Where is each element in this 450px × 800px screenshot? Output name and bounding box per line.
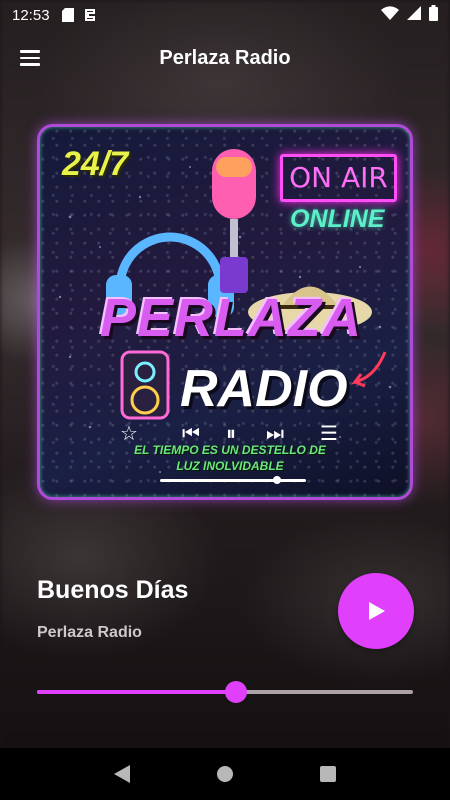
back-icon[interactable]	[110, 762, 134, 786]
status-time: 12:53	[12, 6, 50, 24]
track-artist: Perlaza Radio	[37, 624, 142, 641]
battery-icon	[429, 5, 438, 25]
brand-perlaza: PERLAZA	[100, 288, 362, 348]
top-app-bar: Perlaza Radio	[0, 30, 450, 86]
album-artwork: 24/7 ON AIR ONLINE PERLAZA RADIO ☆ ⏮ ⏸ ⏭…	[37, 124, 413, 500]
app-title: Perlaza Radio	[159, 46, 291, 69]
tagline: EL TIEMPO ES UN DESTELLO DE LUZ INOLVIDA…	[134, 443, 326, 473]
headphones-illustration	[115, 232, 225, 288]
on-air-sign: ON AIR	[280, 154, 397, 202]
seek-bar[interactable]	[37, 681, 413, 703]
speaker-illustration	[120, 350, 170, 420]
play-button[interactable]	[338, 573, 414, 649]
wifi-icon	[381, 6, 399, 24]
signal-icon	[407, 6, 421, 24]
artwork-progress-bar	[160, 479, 306, 482]
home-icon[interactable]	[213, 762, 237, 786]
sd-card-icon	[61, 8, 74, 22]
artwork-progress-dot	[273, 476, 281, 484]
status-bar: 12:53	[0, 0, 450, 30]
track-title: Buenos Días	[37, 576, 189, 604]
seek-bar-fill	[37, 690, 237, 694]
badge-24-7: 24/7	[62, 145, 129, 183]
system-nav-bar	[0, 748, 450, 800]
menu-icon[interactable]	[14, 44, 46, 72]
brand-radio: RADIO	[180, 360, 348, 418]
sync-icon	[84, 8, 96, 22]
play-icon	[369, 602, 385, 620]
online-label: ONLINE	[290, 205, 385, 233]
recents-icon[interactable]	[316, 762, 340, 786]
